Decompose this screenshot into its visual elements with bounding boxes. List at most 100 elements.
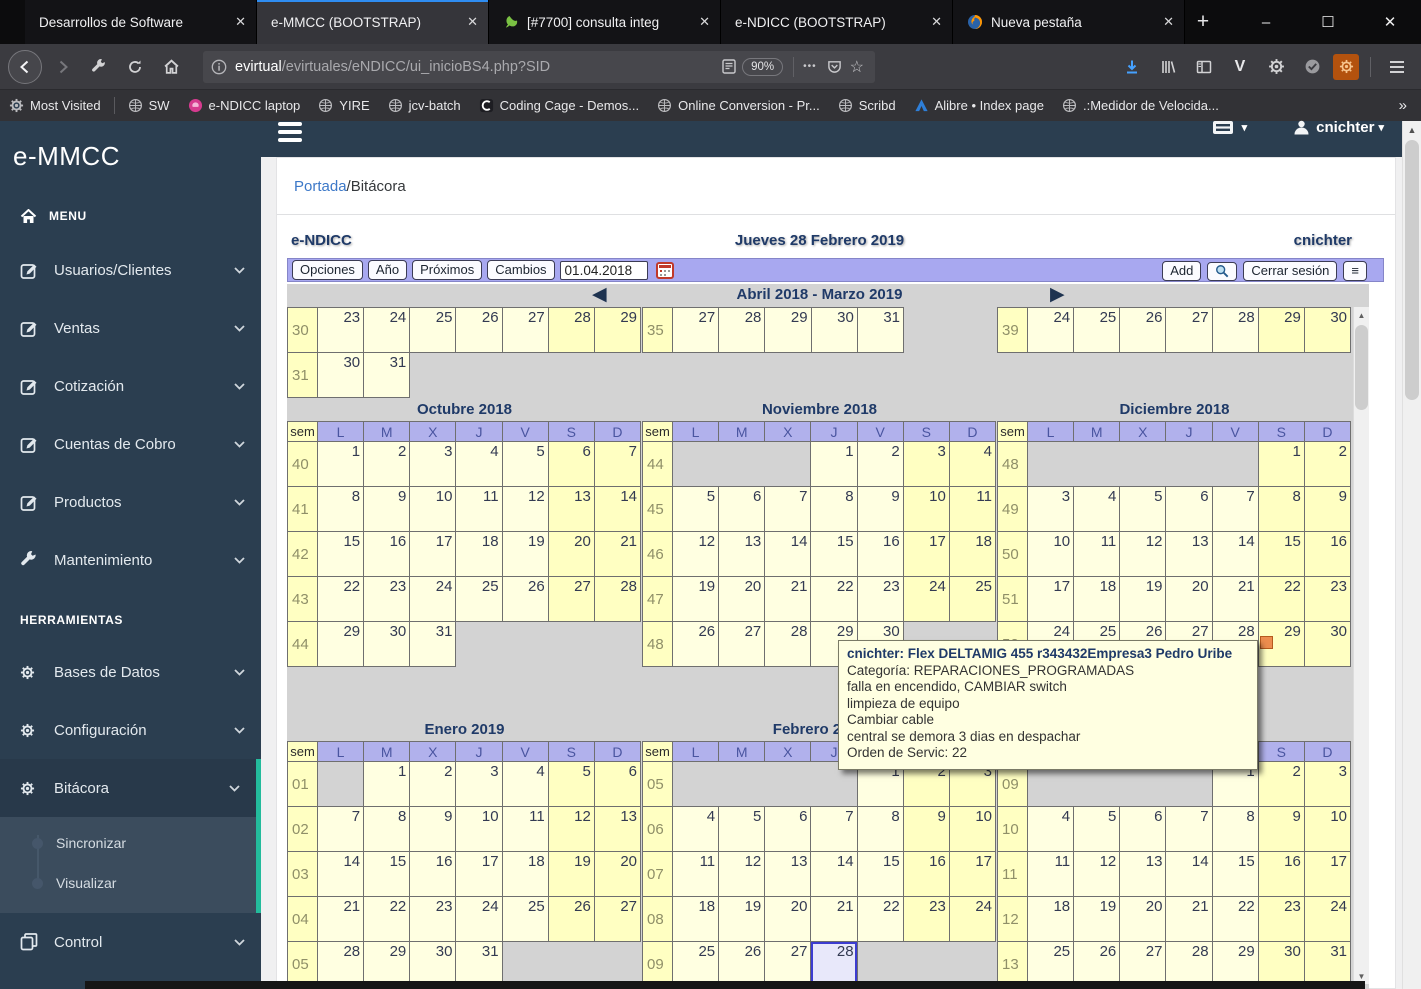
day-cell[interactable]: 8 [1212,807,1258,852]
window-maximize-button[interactable]: ☐ [1297,13,1359,31]
bookmark-item[interactable]: SW [128,98,170,113]
day-cell[interactable]: 3 [903,442,949,487]
day-cell[interactable]: 9 [364,487,410,532]
day-cell[interactable]: 14 [811,852,857,897]
sidebar-toggle-icon[interactable] [1189,52,1219,82]
day-cell[interactable]: 7 [811,807,857,852]
day-cell[interactable]: 26 [456,308,502,353]
day-cell[interactable]: 22 [318,577,364,622]
menu-hamburger-icon[interactable] [1382,52,1412,82]
new-tab-button[interactable]: + [1185,0,1221,44]
day-cell[interactable]: 28 [594,577,640,622]
proximos-button[interactable]: Próximos [412,260,482,280]
browser-scrollbar[interactable]: ▲ [1402,121,1421,989]
reload-button[interactable] [120,52,150,82]
day-cell[interactable]: 7 [318,807,364,852]
day-cell[interactable]: 2 [857,442,903,487]
day-cell[interactable]: 19 [502,532,548,577]
day-cell[interactable]: 31 [1304,942,1350,987]
day-cell[interactable]: 29 [594,308,640,353]
user-caret-icon[interactable]: ▾ [1378,121,1384,134]
url-bar[interactable]: evirtual /evirtuales/eNDICC/ui_inicioBS4… [203,51,875,83]
day-cell[interactable]: 30 [318,353,364,398]
day-cell[interactable]: 20 [1120,897,1166,942]
day-cell[interactable]: 30 [811,308,857,353]
sidebar-item-productos[interactable]: Productos [0,473,261,531]
day-cell[interactable]: 7 [1166,807,1212,852]
day-cell[interactable]: 4 [456,442,502,487]
day-cell[interactable]: 25 [1074,308,1120,353]
day-cell[interactable]: 26 [548,897,594,942]
day-cell[interactable]: 30 [364,622,410,667]
window-close-button[interactable]: ✕ [1359,13,1421,31]
day-cell[interactable]: 10 [456,807,502,852]
day-cell[interactable]: 9 [903,807,949,852]
day-cell[interactable]: 15 [811,532,857,577]
day-cell[interactable]: 17 [1304,852,1350,897]
day-cell[interactable]: 17 [1028,577,1074,622]
library-icon[interactable] [1153,52,1183,82]
day-cell[interactable]: 28 [1166,942,1212,987]
day-cell[interactable]: 26 [1074,942,1120,987]
day-cell[interactable]: 10 [903,487,949,532]
sidebar-subitem-sincronizar[interactable]: Sincronizar [0,823,256,863]
day-cell[interactable]: 23 [1304,577,1350,622]
day-cell[interactable]: 11 [1028,852,1074,897]
browser-tab[interactable]: e-MMCC (BOOTSTRAP)✕ [257,0,489,44]
browser-tab[interactable]: Nueva pestaña✕ [953,0,1185,44]
date-input[interactable] [560,261,648,280]
event-marker[interactable] [1260,636,1273,649]
day-cell[interactable]: 9 [1258,807,1304,852]
day-cell[interactable]: 29 [1258,308,1304,353]
day-cell[interactable]: 15 [857,852,903,897]
day-cell[interactable]: 24 [1304,897,1350,942]
scroll-up-arrow[interactable]: ▲ [1354,307,1369,323]
day-cell[interactable]: 27 [719,622,765,667]
sidebar-collapse-icon[interactable] [278,122,302,146]
day-cell[interactable]: 30 [1258,942,1304,987]
day-cell[interactable]: 19 [1120,577,1166,622]
day-cell[interactable]: 6 [1120,807,1166,852]
bookmark-item[interactable]: Coding Cage - Demos... [479,98,639,113]
day-cell[interactable]: 6 [1166,487,1212,532]
day-cell[interactable]: 29 [364,942,410,987]
day-cell[interactable]: 21 [1166,897,1212,942]
day-cell[interactable]: 24 [949,897,995,942]
day-cell[interactable]: 31 [364,353,410,398]
day-cell[interactable]: 23 [857,577,903,622]
extension-orange-gear-icon[interactable] [1333,54,1359,80]
sidebar-item-cotizaci-n[interactable]: Cotización [0,357,261,415]
bookmark-item[interactable]: YIRE [318,98,369,113]
bookmark-item[interactable]: Online Conversion - Pr... [657,98,820,113]
download-icon[interactable] [1117,52,1147,82]
day-cell[interactable]: 2 [410,762,456,807]
day-cell[interactable]: 12 [1120,532,1166,577]
day-cell[interactable]: 29 [1212,942,1258,987]
day-cell[interactable]: 3 [1304,762,1350,807]
bookmark-item[interactable]: .:Medidor de Velocida... [1062,98,1219,113]
day-cell[interactable]: 14 [318,852,364,897]
day-cell[interactable]: 11 [1074,532,1120,577]
day-cell[interactable]: 25 [1028,942,1074,987]
calendar-menu-button[interactable]: ≡ [1343,261,1367,281]
add-button[interactable]: Add [1162,261,1201,281]
day-cell[interactable]: 12 [502,487,548,532]
day-cell[interactable]: 9 [410,807,456,852]
day-cell[interactable]: 18 [949,532,995,577]
day-cell[interactable]: 17 [410,532,456,577]
day-cell[interactable]: 1 [1258,442,1304,487]
day-cell[interactable]: 12 [548,807,594,852]
day-cell[interactable]: 15 [364,852,410,897]
day-cell[interactable]: 26 [1120,308,1166,353]
day-cell[interactable]: 6 [594,762,640,807]
day-cell[interactable]: 31 [857,308,903,353]
day-cell[interactable]: 5 [673,487,719,532]
calendar-scrollbar-thumb[interactable] [1355,325,1368,410]
day-cell[interactable]: 15 [1212,852,1258,897]
day-cell[interactable]: 8 [811,487,857,532]
language-flag-icon[interactable] [1212,120,1234,135]
reader-mode-icon[interactable] [722,59,736,74]
tab-close-icon[interactable]: ✕ [467,14,478,30]
bookmark-item[interactable]: Scribd [838,98,896,113]
day-cell[interactable]: 11 [502,807,548,852]
